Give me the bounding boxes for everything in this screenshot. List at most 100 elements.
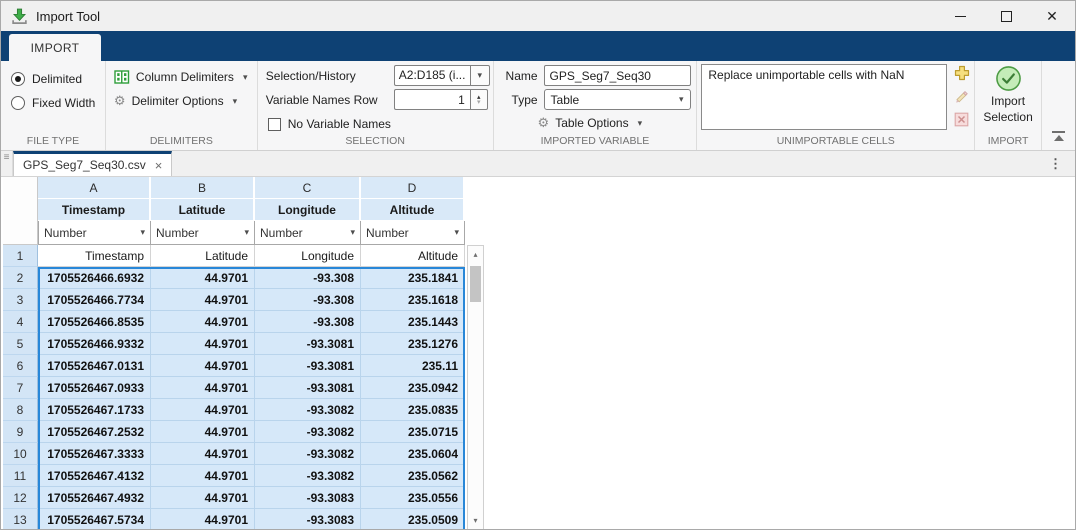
cell[interactable]: 44.9701 (151, 333, 255, 355)
selection-history-combo[interactable]: A2:D185 (i... ▾ (394, 65, 490, 86)
cell[interactable]: Latitude (151, 245, 255, 267)
spinner-buttons[interactable]: ▴ ▾ (470, 89, 488, 110)
cell[interactable]: -93.308 (255, 267, 361, 289)
cell[interactable]: 44.9701 (151, 267, 255, 289)
scrollbar-thumb[interactable] (470, 266, 481, 302)
row-number[interactable]: 12 (3, 487, 38, 509)
cell[interactable]: -93.3082 (255, 399, 361, 421)
row-number[interactable]: 6 (3, 355, 38, 377)
column-type-dropdown[interactable]: Number▾ (38, 221, 151, 245)
row-number[interactable]: 9 (3, 421, 38, 443)
cell[interactable]: 235.11 (361, 355, 465, 377)
row-number[interactable]: 10 (3, 443, 38, 465)
radio-delimited[interactable]: Delimited (11, 69, 82, 89)
row-number[interactable]: 13 (3, 509, 38, 530)
delimiter-options-button[interactable]: ⚙ Delimiter Options ▾ (114, 91, 237, 111)
cell[interactable]: 44.9701 (151, 421, 255, 443)
row-number[interactable]: 4 (3, 311, 38, 333)
cell[interactable]: 1705526466.7734 (38, 289, 151, 311)
row-number[interactable]: 7 (3, 377, 38, 399)
cell[interactable]: 1705526467.4132 (38, 465, 151, 487)
cell[interactable]: 44.9701 (151, 443, 255, 465)
column-letter-d[interactable]: D (361, 177, 465, 199)
row-number[interactable]: 5 (3, 333, 38, 355)
cell[interactable]: 235.0835 (361, 399, 465, 421)
cell[interactable]: 235.0556 (361, 487, 465, 509)
no-variable-names-checkbox[interactable]: No Variable Names (268, 115, 391, 133)
minimize-button[interactable] (937, 1, 983, 31)
cell[interactable]: 1705526467.3333 (38, 443, 151, 465)
column-type-dropdown[interactable]: Number▾ (151, 221, 255, 245)
cell[interactable]: 235.0562 (361, 465, 465, 487)
import-selection-button[interactable]: Import Selection (975, 65, 1041, 124)
cell[interactable]: 235.1841 (361, 267, 465, 289)
cell[interactable]: Longitude (255, 245, 361, 267)
cell[interactable]: -93.3082 (255, 421, 361, 443)
cell[interactable]: 44.9701 (151, 399, 255, 421)
row-number[interactable]: 11 (3, 465, 38, 487)
column-letter-a[interactable]: A (38, 177, 151, 199)
type-dropdown[interactable]: Table ▾ (544, 89, 691, 110)
cell[interactable]: -93.3081 (255, 377, 361, 399)
table-options-button[interactable]: ⚙ Table Options ▾ (538, 113, 643, 133)
cell[interactable]: -93.3082 (255, 443, 361, 465)
cell[interactable]: 235.1618 (361, 289, 465, 311)
cell[interactable]: -93.3082 (255, 465, 361, 487)
scroll-down-icon[interactable]: ▾ (468, 513, 483, 528)
cell[interactable]: 44.9701 (151, 509, 255, 530)
cell[interactable]: 1705526466.6932 (38, 267, 151, 289)
cell[interactable]: 235.0604 (361, 443, 465, 465)
document-tab-csv[interactable]: GPS_Seg7_Seq30.csv × (13, 151, 172, 176)
cell[interactable]: 1705526466.9332 (38, 333, 151, 355)
row-number[interactable]: 3 (3, 289, 38, 311)
cell[interactable]: 1705526467.1733 (38, 399, 151, 421)
cell[interactable]: 235.0509 (361, 509, 465, 530)
variable-name-input[interactable] (544, 65, 691, 86)
cell[interactable]: 44.9701 (151, 487, 255, 509)
edit-rule-button[interactable] (954, 89, 969, 104)
cell[interactable]: -93.3083 (255, 509, 361, 530)
cell[interactable]: 1705526467.0131 (38, 355, 151, 377)
cell[interactable]: 235.1276 (361, 333, 465, 355)
cell[interactable]: 44.9701 (151, 377, 255, 399)
cell[interactable]: 1705526467.0933 (38, 377, 151, 399)
cell[interactable]: -93.3081 (255, 333, 361, 355)
row-number[interactable]: 2 (3, 267, 38, 289)
radio-fixed-width[interactable]: Fixed Width (11, 93, 95, 113)
cell[interactable]: 1705526467.2532 (38, 421, 151, 443)
cell[interactable]: 44.9701 (151, 355, 255, 377)
cell[interactable]: Altitude (361, 245, 465, 267)
tab-close-icon[interactable]: × (155, 159, 163, 172)
selection-history-value[interactable]: A2:D185 (i... (394, 65, 470, 86)
variable-names-row-input[interactable] (394, 89, 470, 110)
add-rule-button[interactable] (954, 65, 970, 81)
cell[interactable]: 1705526466.8535 (38, 311, 151, 333)
vertical-scrollbar[interactable]: ▴ ▾ (467, 245, 484, 530)
selection-history-dropdown-button[interactable]: ▾ (470, 65, 490, 86)
cell[interactable]: -93.3081 (255, 355, 361, 377)
cell[interactable]: -93.308 (255, 289, 361, 311)
maximize-button[interactable] (983, 1, 1029, 31)
close-button[interactable]: ✕ (1029, 1, 1075, 31)
cell[interactable]: 235.0715 (361, 421, 465, 443)
cell[interactable]: 44.9701 (151, 465, 255, 487)
column-type-dropdown[interactable]: Number▾ (255, 221, 361, 245)
drag-grip-icon[interactable]: ≡ (1, 151, 13, 176)
scroll-up-icon[interactable]: ▴ (468, 247, 483, 262)
row-number[interactable]: 8 (3, 399, 38, 421)
cell[interactable]: 44.9701 (151, 289, 255, 311)
cell[interactable]: 235.0942 (361, 377, 465, 399)
column-type-dropdown[interactable]: Number▾ (361, 221, 465, 245)
cell[interactable]: -93.3083 (255, 487, 361, 509)
collapse-ribbon-button[interactable] (1052, 131, 1065, 142)
delete-rule-button[interactable] (954, 112, 969, 127)
column-letter-b[interactable]: B (151, 177, 255, 199)
column-delimiters-button[interactable]: Column Delimiters ▾ (114, 67, 248, 87)
row-number[interactable]: 1 (3, 245, 38, 267)
cell[interactable]: 1705526467.5734 (38, 509, 151, 530)
column-letter-c[interactable]: C (255, 177, 361, 199)
cell[interactable]: -93.308 (255, 311, 361, 333)
cell[interactable]: 1705526467.4932 (38, 487, 151, 509)
cell[interactable]: Timestamp (38, 245, 151, 267)
cell[interactable]: 235.1443 (361, 311, 465, 333)
